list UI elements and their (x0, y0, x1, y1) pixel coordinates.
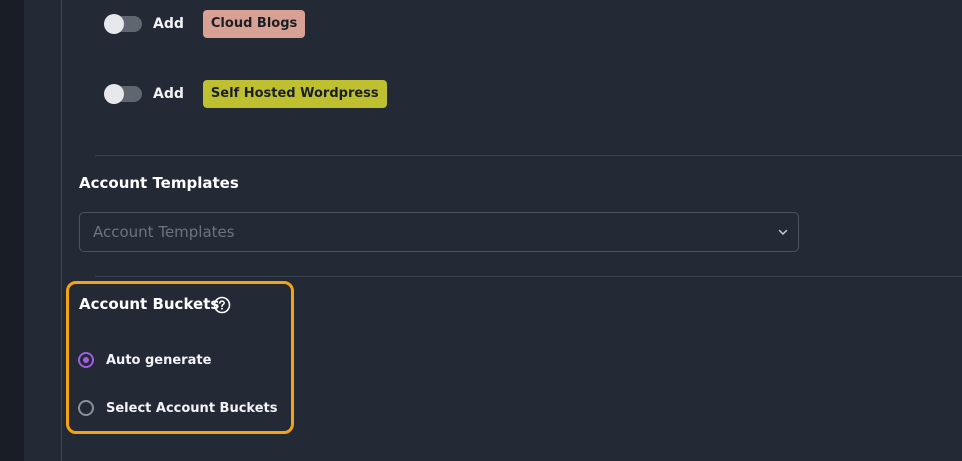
radio-label: Auto generate (106, 352, 212, 368)
toggle-label: Add (153, 86, 184, 102)
integration-row-self-hosted-wordpress: Add Self Hosted Wordpress (104, 80, 387, 108)
chevron-down-icon (778, 229, 788, 235)
radio-option-auto-generate[interactable]: Auto generate (78, 350, 211, 370)
account-buckets-title: Account Buckets (79, 295, 220, 313)
toggle-switch[interactable] (104, 14, 142, 34)
toggle-knob (104, 84, 124, 104)
tag-self-hosted-wordpress: Self Hosted Wordpress (202, 80, 387, 108)
radio-button[interactable] (78, 400, 94, 416)
vertical-divider (61, 0, 62, 461)
settings-panel: Add Cloud Blogs Add Self Hosted Wordpres… (0, 0, 962, 461)
toggle-label: Add (153, 16, 184, 32)
question-circle-icon[interactable] (213, 296, 231, 314)
section-divider (95, 155, 962, 156)
account-templates-title: Account Templates (79, 174, 239, 192)
select-placeholder: Account Templates (93, 223, 235, 241)
account-templates-select[interactable]: Account Templates (79, 212, 799, 252)
integration-row-cloud-blogs: Add Cloud Blogs (104, 10, 306, 38)
section-divider (95, 276, 962, 277)
radio-option-select-account-buckets[interactable]: Select Account Buckets (78, 398, 278, 418)
toggle-knob (104, 14, 124, 34)
radio-button-checked[interactable] (78, 352, 94, 368)
radio-dot (83, 357, 89, 363)
left-sidebar-edge (0, 0, 24, 461)
left-gutter (24, 0, 61, 461)
radio-label: Select Account Buckets (106, 400, 278, 416)
toggle-switch[interactable] (104, 84, 142, 104)
tag-cloud-blogs: Cloud Blogs (202, 10, 306, 38)
